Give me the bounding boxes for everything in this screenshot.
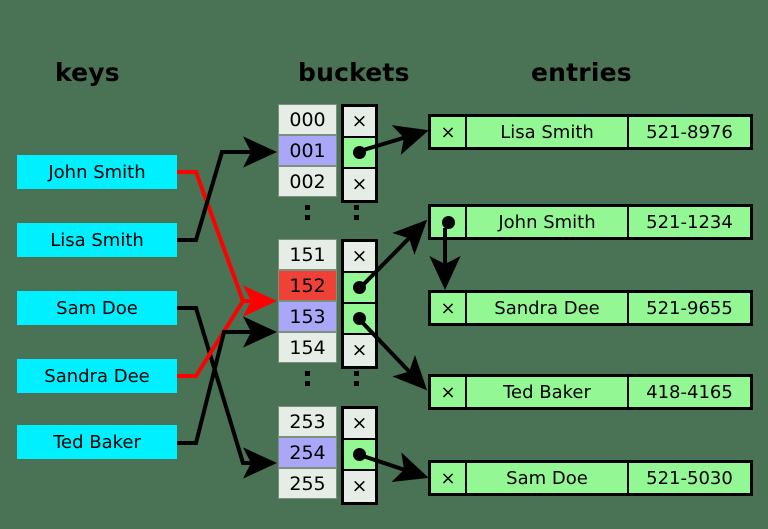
entry-name: Sam Doe	[467, 463, 629, 493]
bucket-index-000: 000	[278, 104, 337, 135]
entry-phone: 521-1234	[646, 211, 733, 233]
entry-name: Lisa Smith	[467, 117, 629, 147]
null-pointer-icon: ×	[351, 412, 368, 434]
column-header-keys: keys	[55, 58, 120, 87]
null-pointer-icon: ×	[351, 339, 368, 361]
null-pointer-icon: ×	[351, 245, 368, 267]
bucket-index-152: 152	[278, 270, 337, 301]
link-dot-icon	[441, 215, 455, 229]
bucket-ellipsis-right-0	[354, 205, 359, 220]
key-box-ted-baker[interactable]: Ted Baker	[17, 425, 177, 459]
entry-row-ted-baker[interactable]: × Ted Baker 418-4165	[428, 374, 753, 410]
bucket-pointer-column-2: × ×	[341, 406, 378, 505]
bucket-pointer-000[interactable]: ×	[344, 107, 375, 138]
key-box-lisa-smith[interactable]: Lisa Smith	[17, 223, 177, 257]
bucket-row-152[interactable]: 152	[278, 270, 337, 301]
key-box-sandra-dee[interactable]: Sandra Dee	[17, 359, 177, 393]
bucket-row-154[interactable]: 154	[278, 332, 337, 363]
bucket-index-154: 154	[278, 332, 337, 363]
bucket-pointer-column-1: × ×	[341, 239, 378, 369]
key-label: John Smith	[48, 161, 146, 183]
bucket-index-254: 254	[278, 437, 337, 468]
bucket-row-153[interactable]: 153	[278, 301, 337, 332]
bucket-pointer-column-0: × ×	[341, 104, 378, 203]
bucket-pointer-254[interactable]	[344, 440, 375, 471]
key-box-sam-doe[interactable]: Sam Doe	[17, 291, 177, 325]
entry-phone: 418-4165	[646, 381, 733, 403]
entry-next-pointer: ×	[431, 293, 467, 323]
null-pointer-icon: ×	[351, 475, 368, 497]
entry-row-john-smith[interactable]: John Smith 521-1234	[428, 204, 753, 240]
bucket-ellipsis-left-0	[305, 205, 310, 220]
entry-name: John Smith	[467, 207, 629, 237]
key-label: Lisa Smith	[50, 229, 144, 251]
bucket-row-254[interactable]: 254	[278, 437, 337, 468]
wire-ted-baker-to-153	[177, 316, 277, 445]
entry-next-pointer: ×	[431, 377, 467, 407]
wire-sandra-dee-to-152	[177, 299, 245, 378]
bucket-index-253: 253	[278, 406, 337, 437]
bucket-pointer-154[interactable]: ×	[344, 335, 375, 366]
null-pointer-icon: ×	[351, 173, 368, 195]
bucket-index-151: 151	[278, 239, 337, 270]
entry-row-lisa-smith[interactable]: × Lisa Smith 521-8976	[428, 114, 753, 150]
entry-phone: 521-8976	[646, 121, 733, 143]
entry-name: Sandra Dee	[467, 293, 629, 323]
entry-next-pointer: ×	[431, 463, 467, 493]
bucket-pointer-151[interactable]: ×	[344, 242, 375, 273]
bucket-group-1: 151 152 153 154	[278, 239, 337, 363]
entry-phone: 521-5030	[646, 467, 733, 489]
bucket-row-255[interactable]: 255	[278, 468, 337, 499]
entry-row-sandra-dee[interactable]: × Sandra Dee 521-9655	[428, 290, 753, 326]
bucket-pointer-255[interactable]: ×	[344, 471, 375, 502]
bucket-index-153: 153	[278, 301, 337, 332]
entry-next-pointer	[431, 207, 467, 237]
bucket-index-255: 255	[278, 468, 337, 499]
key-label: Sandra Dee	[44, 365, 150, 387]
bucket-index-001: 001	[278, 135, 337, 166]
bucket-row-151[interactable]: 151	[278, 239, 337, 270]
entry-phone: 521-9655	[646, 297, 733, 319]
bucket-pointer-253[interactable]: ×	[344, 409, 375, 440]
link-dot-icon	[353, 448, 366, 461]
null-pointer-icon: ×	[351, 110, 368, 132]
entry-name: Ted Baker	[467, 377, 629, 407]
bucket-ellipsis-left-1	[305, 371, 310, 386]
entry-next-pointer: ×	[431, 117, 467, 147]
bucket-row-002[interactable]: 002	[278, 166, 337, 197]
link-dot-icon	[353, 312, 366, 325]
bucket-row-000[interactable]: 000	[278, 104, 337, 135]
key-box-john-smith[interactable]: John Smith	[17, 155, 177, 189]
column-header-entries: entries	[531, 58, 632, 87]
bucket-ellipsis-right-1	[354, 371, 359, 386]
wire-sam-doe-to-254	[177, 306, 277, 479]
bucket-row-253[interactable]: 253	[278, 406, 337, 437]
wire-john-smith-to-152	[177, 170, 277, 317]
bucket-group-0: 000 001 002	[278, 104, 337, 197]
link-dot-icon	[353, 281, 366, 294]
bucket-group-2: 253 254 255	[278, 406, 337, 499]
bucket-pointer-153[interactable]	[344, 304, 375, 335]
bucket-pointer-001[interactable]	[344, 138, 375, 169]
column-header-buckets: buckets	[298, 58, 410, 87]
hash-table-diagram: keys buckets entries John Smith Lisa Smi…	[0, 0, 768, 529]
bucket-pointer-152[interactable]	[344, 273, 375, 304]
entry-row-sam-doe[interactable]: × Sam Doe 521-5030	[428, 460, 753, 496]
key-label: Ted Baker	[53, 431, 141, 453]
wire-lisa-smith-to-001	[177, 136, 277, 242]
bucket-row-001[interactable]: 001	[278, 135, 337, 166]
key-label: Sam Doe	[56, 297, 138, 319]
bucket-pointer-002[interactable]: ×	[344, 169, 375, 200]
link-dot-icon	[353, 146, 366, 159]
bucket-index-002: 002	[278, 166, 337, 197]
